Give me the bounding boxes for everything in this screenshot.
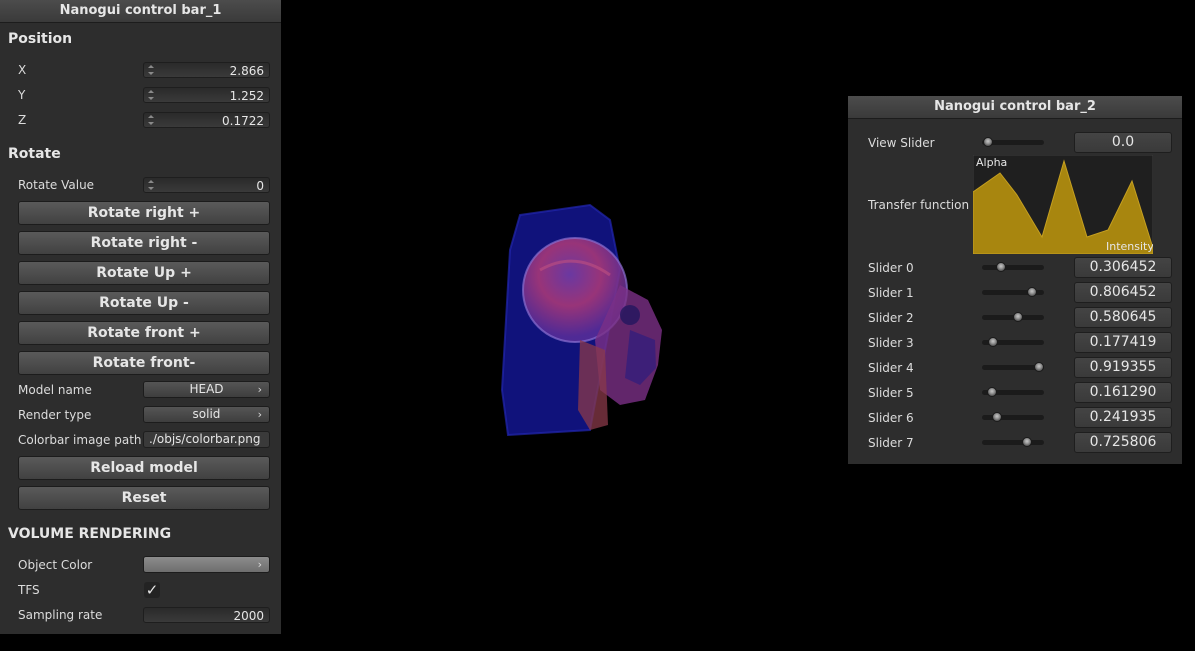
y-input[interactable]: 1.252 [143, 87, 270, 103]
slider-6-value[interactable]: 0.241935 [1074, 407, 1172, 428]
control-bar-1: Nanogui control bar_1 Position X 2.866 Y… [0, 0, 281, 634]
rotate-right-minus-button[interactable]: Rotate right - [18, 231, 270, 255]
slider-4-label: Slider 4 [868, 361, 914, 375]
render-type-value: solid [192, 407, 221, 421]
transfer-function-label: Transfer function [868, 198, 970, 212]
colorbar-path-input[interactable]: ./objs/colorbar.png [143, 431, 270, 448]
colorbar-path-label: Colorbar image path [18, 433, 142, 447]
tfs-checkbox[interactable]: ✓ [144, 582, 160, 598]
sampling-rate-input[interactable]: 2000 [143, 607, 270, 623]
slider-5-knob[interactable] [987, 387, 997, 397]
rotate-front-minus-button[interactable]: Rotate front- [18, 351, 270, 375]
spinner-icon[interactable] [147, 89, 154, 101]
slider-2-knob[interactable] [1013, 312, 1023, 322]
z-value: 0.1722 [222, 114, 264, 128]
slider-3-label: Slider 3 [868, 336, 914, 350]
render-type-dropdown[interactable]: solid › [143, 406, 270, 423]
slider-6-knob[interactable] [992, 412, 1002, 422]
x-label: X [18, 63, 27, 77]
model-name-dropdown[interactable]: HEAD › [143, 381, 270, 398]
model-name-value: HEAD [189, 382, 224, 396]
chevron-right-icon: › [257, 408, 262, 421]
y-value: 1.252 [229, 89, 264, 103]
object-color-picker[interactable]: › [143, 556, 270, 573]
slider-7-track[interactable] [982, 440, 1044, 445]
slider-1-label: Slider 1 [868, 286, 914, 300]
spinner-icon[interactable] [147, 114, 154, 126]
y-label: Y [18, 88, 26, 102]
position-header: Position [8, 31, 73, 47]
slider-6-label: Slider 6 [868, 411, 914, 425]
rotate-front-plus-button[interactable]: Rotate front + [18, 321, 270, 345]
skull-volume-render [500, 203, 662, 437]
tf-alpha-label: Alpha [976, 156, 1007, 169]
z-label: Z [18, 113, 27, 127]
check-icon: ✓ [145, 581, 159, 599]
slider-7-knob[interactable] [1022, 437, 1032, 447]
rotate-right-plus-button[interactable]: Rotate right + [18, 201, 270, 225]
slider-7-value[interactable]: 0.725806 [1074, 432, 1172, 453]
rotate-value-label: Rotate Value [18, 178, 95, 192]
volume-render-viewport[interactable] [480, 190, 700, 450]
tf-intensity-label: Intensity [1106, 240, 1153, 253]
slider-5-value[interactable]: 0.161290 [1074, 382, 1172, 403]
x-value: 2.866 [229, 64, 264, 78]
sampling-rate-label: Sampling rate [18, 608, 103, 622]
slider-0-track[interactable] [982, 265, 1044, 270]
view-slider-knob[interactable] [983, 137, 993, 147]
reset-button[interactable]: Reset [18, 486, 270, 510]
view-slider-value[interactable]: 0.0 [1074, 132, 1172, 153]
slider-4-knob[interactable] [1034, 362, 1044, 372]
rotate-value-input[interactable]: 0 [143, 177, 270, 193]
object-color-label: Object Color [18, 558, 93, 572]
control-bar-1-title[interactable]: Nanogui control bar_1 [0, 0, 281, 23]
slider-0-value[interactable]: 0.306452 [1074, 257, 1172, 278]
slider-7-label: Slider 7 [868, 436, 914, 450]
model-name-label: Model name [18, 383, 92, 397]
spinner-icon[interactable] [147, 179, 154, 191]
rotate-up-plus-button[interactable]: Rotate Up + [18, 261, 270, 285]
x-input[interactable]: 2.866 [143, 62, 270, 78]
slider-3-value[interactable]: 0.177419 [1074, 332, 1172, 353]
volume-rendering-header: VOLUME RENDERING [8, 526, 172, 542]
render-type-label: Render type [18, 408, 92, 422]
chevron-right-icon: › [257, 383, 262, 396]
slider-0-label: Slider 0 [868, 261, 914, 275]
control-bar-2-title[interactable]: Nanogui control bar_2 [848, 96, 1182, 119]
spinner-icon[interactable] [147, 64, 154, 76]
slider-1-value[interactable]: 0.806452 [1074, 282, 1172, 303]
view-slider-label: View Slider [868, 136, 935, 150]
slider-3-knob[interactable] [988, 337, 998, 347]
rotate-header: Rotate [8, 146, 61, 162]
transfer-function-graph[interactable]: Alpha Intensity [973, 155, 1153, 254]
chevron-right-icon: › [257, 558, 262, 571]
slider-2-value[interactable]: 0.580645 [1074, 307, 1172, 328]
rotate-value: 0 [256, 179, 264, 193]
tfs-label: TFS [18, 583, 40, 597]
slider-2-label: Slider 2 [868, 311, 914, 325]
slider-1-knob[interactable] [1027, 287, 1037, 297]
rotate-up-minus-button[interactable]: Rotate Up - [18, 291, 270, 315]
z-input[interactable]: 0.1722 [143, 112, 270, 128]
reload-model-button[interactable]: Reload model [18, 456, 270, 480]
slider-4-value[interactable]: 0.919355 [1074, 357, 1172, 378]
slider-5-label: Slider 5 [868, 386, 914, 400]
slider-0-knob[interactable] [996, 262, 1006, 272]
